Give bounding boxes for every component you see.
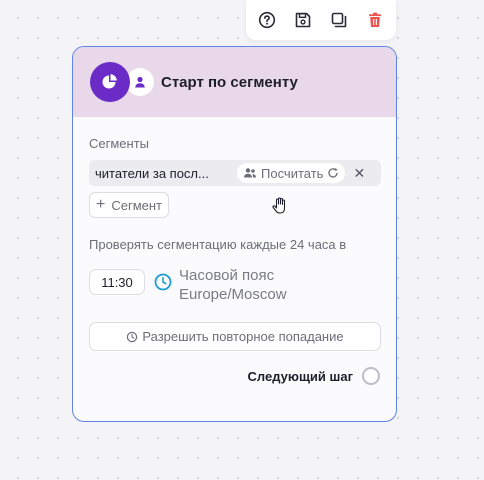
segment-start-node[interactable]: Старт по сегменту Сегменты читатели за п… — [72, 46, 397, 422]
check-frequency-text: Проверять сегментацию каждые 24 часа в — [89, 237, 347, 252]
delete-button[interactable] — [364, 9, 386, 31]
segments-label: Сегменты — [89, 136, 150, 151]
segment-chip[interactable]: читатели за посл... Посчитать ✕ — [89, 160, 381, 186]
pie-chart-icon — [102, 74, 117, 89]
next-step-label: Следующий шаг — [247, 368, 354, 384]
plus-icon: + — [96, 196, 106, 213]
duplicate-button[interactable] — [328, 9, 350, 31]
refresh-icon — [328, 168, 339, 178]
node-type-avatar — [90, 62, 130, 102]
next-step-connector[interactable] — [362, 367, 380, 385]
help-button[interactable] — [256, 9, 278, 31]
allow-reentry-button[interactable]: Разрешить повторное попадание — [89, 322, 381, 351]
count-button[interactable]: Посчитать — [237, 163, 346, 183]
history-icon — [127, 331, 138, 342]
users-icon — [244, 168, 256, 178]
help-icon — [258, 11, 276, 29]
clock-icon — [154, 273, 172, 291]
remove-segment-icon[interactable]: ✕ — [353, 165, 365, 182]
hand-cursor-icon — [272, 197, 286, 214]
segment-name: читатели за посл... — [95, 165, 209, 181]
save-button[interactable] — [292, 9, 314, 31]
next-step-row: Следующий шаг — [89, 367, 380, 385]
delete-icon — [369, 12, 381, 27]
node-title: Старт по сегменту — [161, 73, 298, 91]
add-segment-label: Сегмент — [111, 197, 163, 213]
time-input[interactable]: 11:30 — [89, 269, 145, 295]
timezone-text[interactable]: Часовой пояс Europe/Moscow — [179, 266, 311, 304]
user-icon — [135, 76, 145, 88]
count-button-label: Посчитать — [261, 165, 324, 181]
add-segment-button[interactable]: + Сегмент — [89, 192, 170, 218]
time-row: 11:30 Часовой пояс Europe/Moscow — [89, 266, 380, 304]
audience-avatar — [126, 68, 154, 96]
node-header: Старт по сегменту — [73, 47, 396, 117]
allow-reentry-label: Разрешить повторное попадание — [142, 329, 344, 344]
duplicate-icon — [331, 12, 347, 28]
node-toolbar — [246, 0, 396, 40]
save-icon — [295, 12, 311, 28]
